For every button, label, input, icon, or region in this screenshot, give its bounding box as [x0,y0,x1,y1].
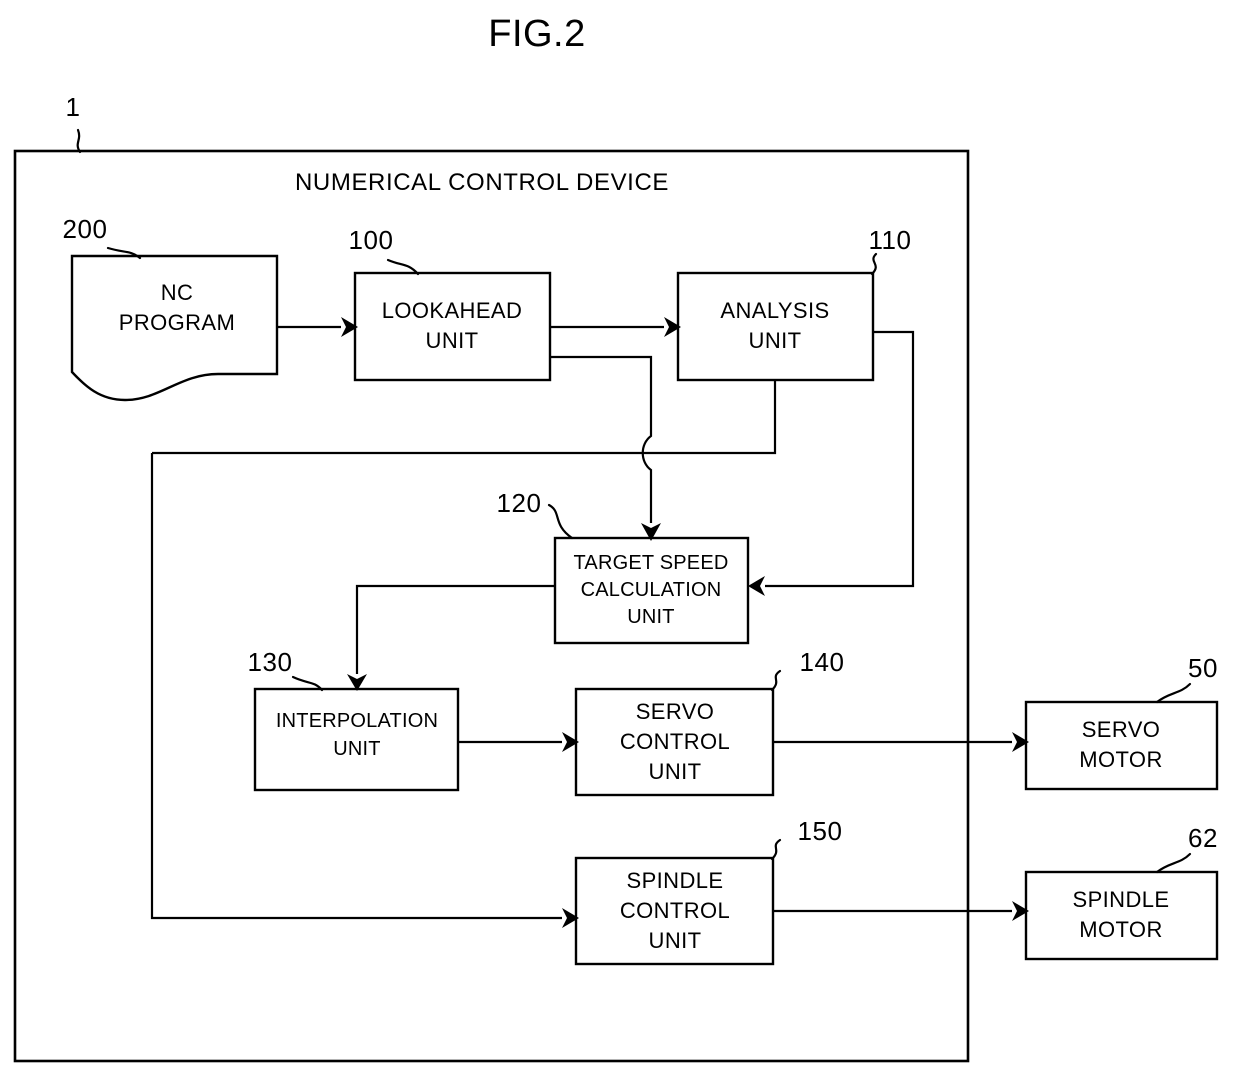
servo-control-unit-label-line1: SERVO [636,699,715,724]
leader-line-servo-motor [1155,682,1192,704]
connector-lookahead-to-analysis [550,317,681,337]
analysis-unit-box [676,271,875,382]
connector-lookahead-to-target-speed [550,355,661,541]
block-diagram: FIG.2 1 NUMERICAL CONTROL DEVICE NC PROG… [13,13,1219,1063]
servo-control-unit-label-line3: UNIT [649,759,702,784]
connector-spindle-control-to-spindle-motor [773,901,1029,921]
leader-line-target-speed-unit [547,503,574,540]
spindle-motor-label-line1: SPINDLE [1073,887,1170,912]
leader-line-analysis-unit [870,252,878,276]
ref-number-target-speed-unit: 120 [497,488,542,518]
analysis-unit-label-line2: UNIT [749,328,802,353]
ref-number-servo-control-unit: 140 [800,647,845,677]
connector-servo-control-to-servo-motor [773,732,1029,752]
spindle-control-unit-label-line3: UNIT [649,928,702,953]
ref-number-spindle-motor: 62 [1188,823,1218,853]
nc-program-label-line2: PROGRAM [119,310,235,335]
analysis-unit-label-line1: ANALYSIS [720,298,829,323]
lookahead-unit-label-line2: UNIT [426,328,479,353]
spindle-control-unit-label-line1: SPINDLE [627,868,724,893]
servo-motor-box [1024,700,1219,791]
spindle-motor-box [1024,870,1219,961]
interpolation-unit-label-line2: UNIT [333,738,380,760]
device-title-label: NUMERICAL CONTROL DEVICE [295,169,669,196]
lookahead-unit-label-line1: LOOKAHEAD [382,298,523,323]
target-speed-unit-label-line1: TARGET SPEED [573,552,728,574]
ref-number-lookahead-unit: 100 [349,225,394,255]
patent-figure: FIG.2 1 NUMERICAL CONTROL DEVICE NC PROG… [0,0,1240,1076]
target-speed-unit-label-line2: CALCULATION [581,579,722,601]
ref-number-spindle-control-unit: 150 [798,816,843,846]
lookahead-unit-box [353,271,552,382]
connector-target-speed-to-interpolation [347,584,555,691]
connector-nc-program-to-lookahead [277,317,358,337]
servo-motor-label-line2: MOTOR [1079,747,1162,772]
leader-line-spindle-motor [1155,852,1192,874]
nc-program-label-line1: NC [161,280,194,305]
leader-line-device [76,128,82,154]
figure-title: FIG.2 [488,13,586,55]
ref-number-device: 1 [66,92,81,122]
spindle-control-unit-label-line2: CONTROL [620,898,730,923]
spindle-motor-label-line2: MOTOR [1079,917,1162,942]
connector-interpolation-to-servo-control [458,732,579,752]
target-speed-unit-label-line3: UNIT [627,606,674,628]
ref-number-servo-motor: 50 [1188,653,1218,683]
ref-number-analysis-unit: 110 [869,225,912,255]
ref-number-interpolation-unit: 130 [248,647,293,677]
leader-line-spindle-control-unit [770,838,782,861]
ref-number-nc-program: 200 [63,214,108,244]
servo-control-unit-label-line2: CONTROL [620,729,730,754]
connector-analysis-to-left-rail [152,380,777,455]
interpolation-unit-label-line1: INTERPOLATION [276,710,438,732]
servo-motor-label-line1: SERVO [1082,717,1161,742]
leader-line-servo-control-unit [770,669,782,692]
